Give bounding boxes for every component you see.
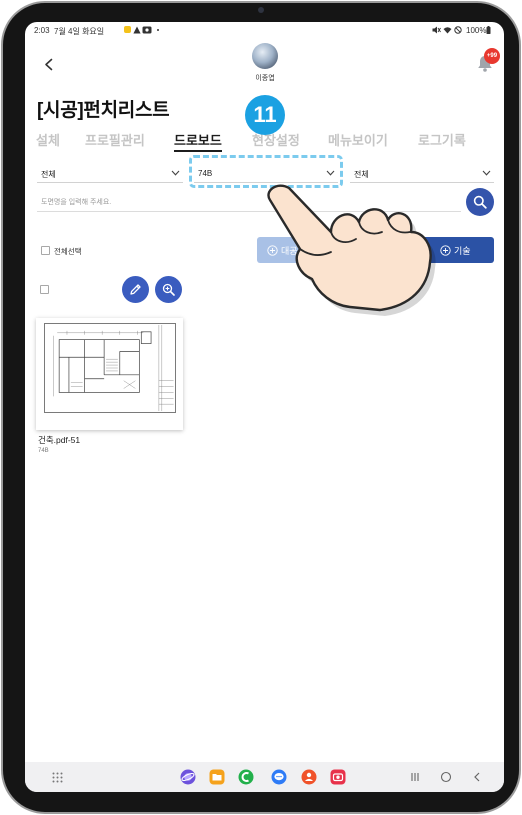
tab-log-history[interactable]: 로그기록 [418, 133, 466, 150]
search-button[interactable] [466, 188, 494, 216]
button-content: 대공 [267, 244, 298, 257]
drawing-card[interactable] [36, 318, 183, 430]
chevron-down-icon [482, 170, 491, 176]
tab-menu-display[interactable]: 메뉴보이기 [328, 133, 388, 150]
camera-icon[interactable] [330, 769, 346, 785]
select-all-checkbox[interactable] [41, 246, 50, 255]
notification-badge: +99 [484, 48, 500, 64]
tab-drawing-board[interactable]: 드로보드 [174, 133, 222, 152]
filter-value: 전체 [354, 170, 369, 179]
add-tech-button[interactable]: 기술 [421, 237, 494, 263]
filter-value: 전체 [41, 170, 56, 179]
do-not-disturb-icon [454, 26, 462, 34]
recent-apps-icon[interactable] [409, 771, 421, 783]
status-date: 7월 4일 화요일 [54, 27, 105, 36]
back-button[interactable] [43, 58, 55, 71]
app-grid-icon[interactable] [52, 772, 63, 783]
dot-icon [157, 29, 159, 31]
tab-site-settings[interactable]: 현장설정 [252, 133, 300, 150]
drawing-file-name: 건축.pdf-51 [38, 435, 81, 445]
navigation-bar [25, 762, 504, 792]
button-label: 대공 [281, 246, 298, 256]
drawing-tag: 74B [38, 448, 49, 454]
status-bar: 2:03 7월 4일 화요일 100% [25, 22, 504, 40]
search-input[interactable] [37, 193, 461, 211]
highlight-outline [189, 155, 343, 188]
mute-icon [432, 26, 441, 34]
internet-icon[interactable] [180, 769, 196, 785]
tab-profile-management[interactable]: 프로필관리 [85, 133, 145, 150]
filter-dropdown-left[interactable]: 전체 [37, 163, 183, 183]
zoom-in-button[interactable] [155, 276, 182, 303]
contacts-icon[interactable] [301, 769, 317, 785]
zoom-in-icon [162, 283, 175, 296]
front-camera [258, 7, 264, 13]
home-icon[interactable] [440, 771, 452, 783]
plus-circle-icon [267, 245, 278, 256]
edit-button[interactable] [122, 276, 149, 303]
tab-overall[interactable]: 설체 [36, 133, 60, 150]
warning-icon [133, 26, 141, 34]
back-icon[interactable] [471, 771, 483, 783]
avatar[interactable] [252, 43, 278, 69]
phone-icon[interactable] [238, 769, 254, 785]
add-major-process-button[interactable]: 대공 [257, 237, 412, 263]
gallery-icon [142, 26, 152, 34]
battery-icon [486, 26, 491, 34]
status-time: 2:03 [34, 26, 50, 35]
button-content: 기술 [440, 244, 471, 257]
button-label: 기술 [454, 246, 471, 256]
messages-icon[interactable] [271, 769, 287, 785]
step-number-marker: 11 [245, 95, 285, 135]
battery-percent: 100% [466, 26, 487, 35]
chevron-down-icon [171, 170, 180, 176]
folder-icon[interactable] [209, 769, 225, 785]
drawing-thumbnail[interactable] [44, 323, 176, 413]
select-all-label: 전체선택 [54, 247, 82, 256]
search-field[interactable] [37, 193, 461, 212]
page-title: [시공]펀치리스트 [37, 100, 170, 121]
pencil-icon [130, 284, 141, 295]
item-checkbox[interactable] [40, 285, 49, 294]
app-notification-icon [124, 26, 131, 33]
plus-circle-icon [440, 245, 451, 256]
app-screen: 2:03 7월 4일 화요일 100% 이종엽 +99 [시공]펀치리스트 11… [25, 22, 504, 792]
search-icon [473, 195, 487, 209]
user-name: 이종엽 [255, 75, 275, 82]
filter-dropdown-right[interactable]: 전체 [350, 163, 494, 183]
wifi-icon [443, 27, 452, 34]
